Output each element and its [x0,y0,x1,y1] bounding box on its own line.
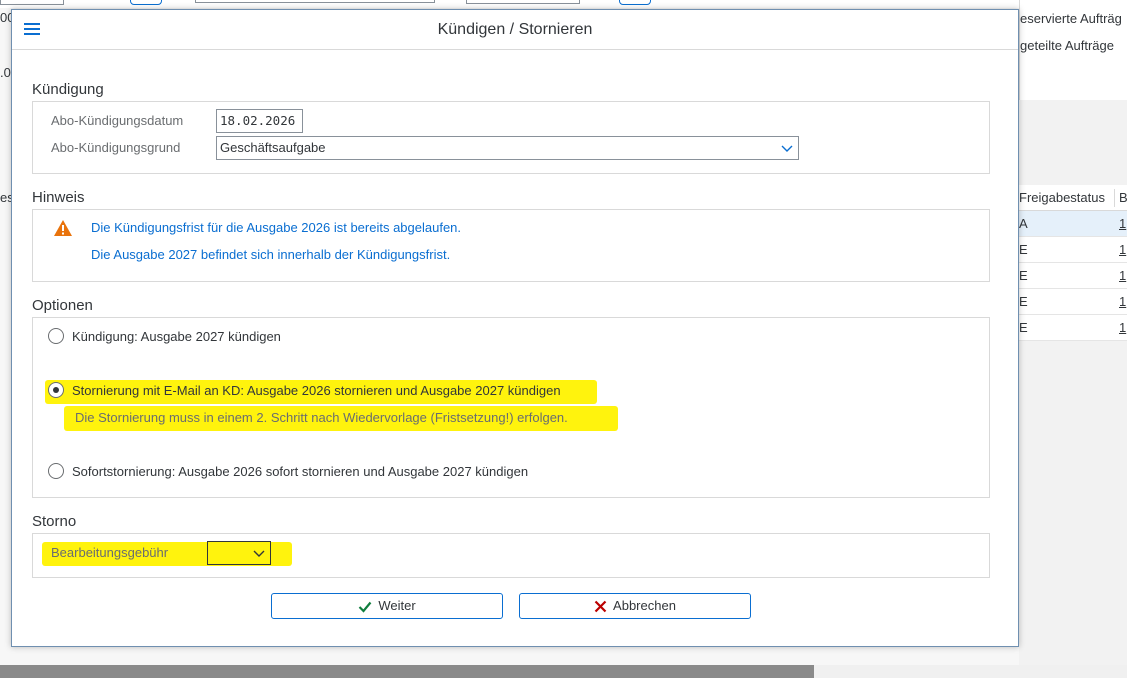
radio-option-stornierung-email[interactable] [48,382,64,398]
background-panel-item[interactable]: geteilte Aufträge [1020,38,1114,53]
continue-button[interactable]: Weiter [271,593,503,619]
hinweis-panel: Die Kündigungsfrist für die Ausgabe 2026… [32,209,990,282]
optionen-panel: Kündigung: Ausgabe 2027 kündigen Stornie… [32,317,990,498]
background-field[interactable] [0,0,64,5]
chevron-down-icon [253,550,265,557]
close-icon [594,600,607,613]
table-header: Freigabestatus B [1019,185,1127,211]
cancel-button[interactable]: Abbrechen [519,593,751,619]
table-row[interactable]: A1 [1019,211,1127,237]
background-table: Freigabestatus B A1 E1 E1 E1 E1 [1019,185,1127,341]
option-stornierung-note: Die Stornierung muss in einem 2. Schritt… [75,410,568,425]
warning-icon [54,220,72,236]
hint-line-2: Die Ausgabe 2027 befindet sich innerhalb… [91,247,451,262]
cancel-subscription-dialog: Kündigen / Stornieren Kündigung Abo-Künd… [11,9,1019,647]
radio-option-kuendigung[interactable] [48,328,64,344]
dialog-title: Kündigen / Stornieren [437,21,593,38]
cancel-button-label: Abbrechen [613,598,676,613]
background-toolbar [0,0,1127,8]
option-kuendigung-label[interactable]: Kündigung: Ausgabe 2027 kündigen [72,329,281,344]
background-right-panel: eservierte Aufträg geteilte Aufträge [1019,0,1127,100]
cancellation-date-input[interactable]: 18.02.2026 [216,109,303,133]
background-fragment: .0 [0,65,11,80]
background-button[interactable] [130,0,162,5]
chevron-down-icon [781,145,793,152]
option-sofortstornierung-label[interactable]: Sofortstornierung: Ausgabe 2026 sofort s… [72,464,528,479]
fee-label: Bearbeitungsgebühr [51,545,169,560]
section-title-optionen: Optionen [32,297,93,314]
radio-option-sofortstornierung[interactable] [48,463,64,479]
background-field[interactable] [466,0,580,4]
dialog-header: Kündigen / Stornieren [12,10,1018,50]
hint-line-1: Die Kündigungsfrist für die Ausgabe 2026… [91,220,462,235]
background-panel-item[interactable]: eservierte Aufträg [1020,11,1122,26]
column-header-freigabestatus[interactable]: Freigabestatus [1019,190,1105,205]
table-row[interactable]: E1 [1019,237,1127,263]
section-title-kuendigung: Kündigung [32,81,104,98]
section-title-hinweis: Hinweis [32,189,85,206]
section-title-storno: Storno [32,513,77,530]
background-field[interactable] [195,0,435,3]
reason-value: Geschäftsaufgabe [220,140,326,155]
table-row[interactable]: E1 [1019,263,1127,289]
kuendigung-panel: Abo-Kündigungsdatum 18.02.2026 Abo-Kündi… [32,101,990,174]
continue-button-label: Weiter [378,598,416,613]
reason-label: Abo-Kündigungsgrund [51,140,181,155]
date-label: Abo-Kündigungsdatum [51,113,184,128]
column-header-b[interactable]: B [1119,185,1127,211]
background-button[interactable] [619,0,651,5]
processing-fee-select[interactable] [207,541,271,565]
checkmark-icon [359,601,372,613]
storno-panel: Bearbeitungsgebühr [32,533,990,578]
table-row[interactable]: E1 [1019,315,1127,341]
cancellation-reason-select[interactable]: Geschäftsaufgabe [216,136,799,160]
option-stornierung-email-label[interactable]: Stornierung mit E-Mail an KD: Ausgabe 20… [72,383,561,398]
table-row[interactable]: E1 [1019,289,1127,315]
scrollbar-thumb[interactable] [0,665,814,678]
